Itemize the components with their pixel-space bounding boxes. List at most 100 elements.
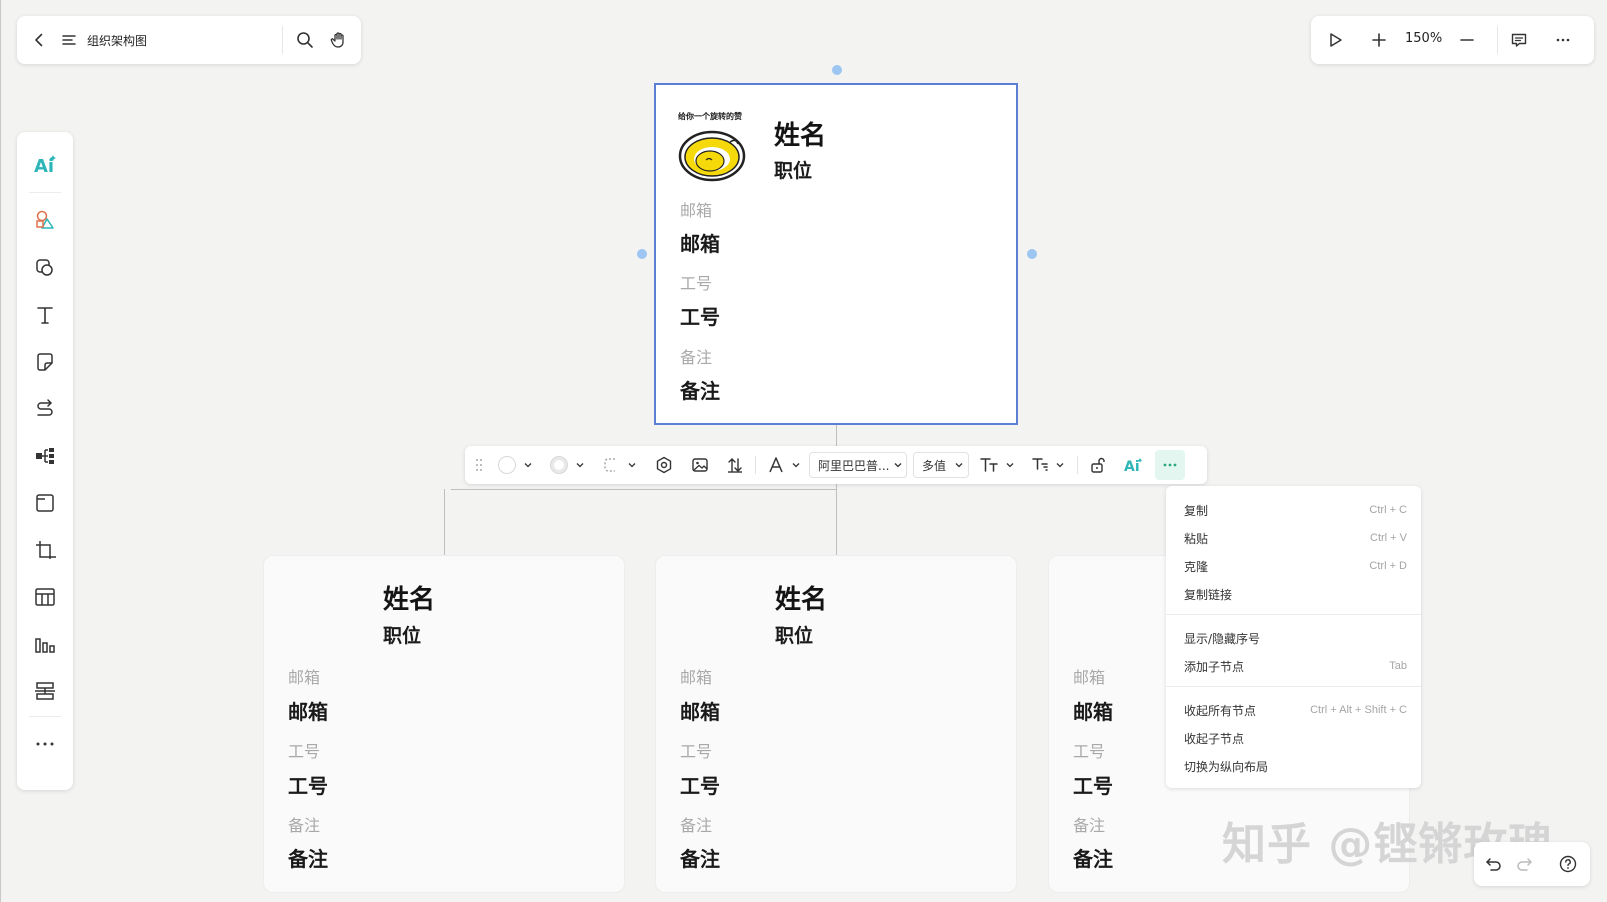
resize-handle-right[interactable] (1027, 249, 1037, 259)
timeline-icon (34, 680, 56, 702)
hand-pan-icon[interactable] (329, 30, 349, 50)
back-arrow-icon[interactable] (29, 30, 49, 50)
connector-tool-button[interactable] (17, 389, 73, 429)
note-label: 备注 (680, 348, 713, 367)
menu-item-label: 收起所有节点 (1184, 703, 1257, 718)
note-value: 备注 (1073, 847, 1113, 871)
resize-handle-top[interactable] (832, 65, 842, 75)
node-name: 姓名 (383, 585, 436, 615)
email-value: 邮箱 (680, 700, 720, 724)
frame-tool-button[interactable] (17, 483, 73, 523)
menu-divider (1166, 686, 1421, 687)
ai-tool-button[interactable]: Ai (17, 144, 73, 184)
note-label: 备注 (680, 816, 713, 835)
node-format-toolbar: 阿里巴巴普... 多值 Ai (465, 446, 1207, 484)
menu-item-clone[interactable]: 克隆 Ctrl + D (1184, 552, 1407, 580)
present-play-icon[interactable] (1325, 30, 1345, 50)
help-icon[interactable] (1558, 854, 1578, 874)
font-size-value: 多值 (922, 458, 947, 473)
divider (282, 26, 283, 54)
sticker-caption: 给你一个旋转的赞 (678, 112, 742, 121)
image-icon[interactable] (691, 446, 709, 484)
line-style-icon[interactable] (601, 446, 619, 484)
org-child-node[interactable]: 姓名 职位 邮箱 邮箱 工号 工号 备注 备注 (263, 555, 625, 893)
chevron-down-icon[interactable] (523, 446, 533, 484)
chevron-down-icon[interactable] (627, 446, 637, 484)
svg-text:Ai: Ai (1124, 459, 1140, 474)
resize-handle-left[interactable] (637, 249, 647, 259)
table-icon (34, 586, 56, 608)
email-value: 邮箱 (680, 232, 720, 256)
zoom-out-icon[interactable] (1457, 30, 1477, 50)
menu-item-shortcut: Ctrl + Alt + Shift + C (1310, 704, 1407, 716)
menu-item-copy-link[interactable]: 复制链接 (1184, 580, 1407, 608)
org-root-node[interactable]: 给你一个旋转的赞 姓名 职位 邮箱 邮箱 工号 工号 备注 备注 (654, 83, 1018, 425)
menu-item-shortcut: Ctrl + V (1370, 532, 1407, 544)
history-controls (1474, 842, 1590, 886)
node-name: 姓名 (774, 121, 827, 151)
menu-item-collapse-all[interactable]: 收起所有节点 Ctrl + Alt + Shift + C (1184, 696, 1407, 724)
sticker-image (678, 130, 746, 182)
more-tools-button[interactable] (17, 724, 73, 764)
chevron-down-icon[interactable] (791, 446, 801, 484)
node-position: 职位 (775, 625, 814, 647)
font-color-icon[interactable] (767, 446, 785, 484)
shape-library-button[interactable] (17, 248, 73, 288)
sort-order-icon[interactable] (726, 446, 744, 484)
menu-item-label: 添加子节点 (1184, 659, 1245, 674)
id-label: 工号 (1073, 742, 1106, 761)
more-options-icon[interactable] (1553, 30, 1573, 50)
org-child-node[interactable]: 姓名 职位 邮箱 邮箱 工号 工号 备注 备注 (655, 555, 1017, 893)
chevron-down-icon[interactable] (1005, 446, 1015, 484)
redo-icon[interactable] (1514, 854, 1534, 874)
email-value: 邮箱 (1073, 700, 1113, 724)
menu-item-add-child[interactable]: 添加子节点 Tab (1184, 652, 1407, 680)
email-label: 邮箱 (680, 668, 713, 687)
id-label: 工号 (680, 742, 713, 761)
menu-item-collapse-children[interactable]: 收起子节点 (1184, 724, 1407, 752)
menu-item-toggle-numbering[interactable]: 显示/隐藏序号 (1184, 624, 1407, 652)
divider (755, 456, 756, 474)
chevron-down-icon[interactable] (1055, 446, 1065, 484)
top-left-toolbar: 组织架构图 (17, 16, 361, 64)
shapes-tool-button[interactable] (17, 200, 73, 240)
text-tool-button[interactable] (17, 295, 73, 335)
table-tool-button[interactable] (17, 577, 73, 617)
font-family-select[interactable]: 阿里巴巴普... (809, 452, 907, 478)
more-button[interactable] (1155, 450, 1185, 480)
note-value: 备注 (680, 379, 720, 403)
id-label: 工号 (680, 274, 713, 293)
border-color-icon[interactable] (549, 446, 569, 484)
mindmap-tool-button[interactable] (17, 436, 73, 476)
unlock-icon[interactable] (1089, 446, 1107, 484)
crop-frame-button[interactable] (17, 530, 73, 570)
menu-item-label: 复制链接 (1184, 587, 1233, 602)
chart-tool-button[interactable] (17, 624, 73, 664)
sticky-note-button[interactable] (17, 342, 73, 382)
menu-item-copy[interactable]: 复制 Ctrl + C (1184, 496, 1407, 524)
timeline-tool-button[interactable] (17, 671, 73, 711)
zoom-in-icon[interactable] (1369, 30, 1389, 50)
text-style-icon[interactable] (979, 446, 999, 484)
drag-handle-icon[interactable] (473, 446, 485, 484)
chevron-down-icon[interactable] (575, 446, 585, 484)
ai-icon[interactable]: Ai (1123, 446, 1143, 484)
crop-icon (34, 539, 56, 561)
undo-icon[interactable] (1484, 854, 1504, 874)
menu-list-icon[interactable] (59, 30, 79, 50)
search-icon[interactable] (295, 30, 315, 50)
id-value: 工号 (680, 774, 720, 798)
menu-item-paste[interactable]: 粘贴 Ctrl + V (1184, 524, 1407, 552)
svg-text:Ai: Ai (34, 156, 54, 175)
menu-item-label: 显示/隐藏序号 (1184, 631, 1261, 646)
text-align-icon[interactable] (1031, 446, 1049, 484)
document-title[interactable]: 组织架构图 (87, 32, 147, 49)
zoom-level[interactable]: 150% (1405, 31, 1442, 46)
font-size-select[interactable]: 多值 (913, 452, 969, 478)
menu-item-vertical-layout[interactable]: 切换为纵向布局 (1184, 752, 1407, 780)
email-label: 邮箱 (1073, 668, 1106, 687)
comment-icon[interactable] (1509, 30, 1529, 50)
connector-line (451, 489, 837, 490)
node-settings-icon[interactable] (655, 446, 673, 484)
fill-color-icon[interactable] (497, 446, 517, 484)
